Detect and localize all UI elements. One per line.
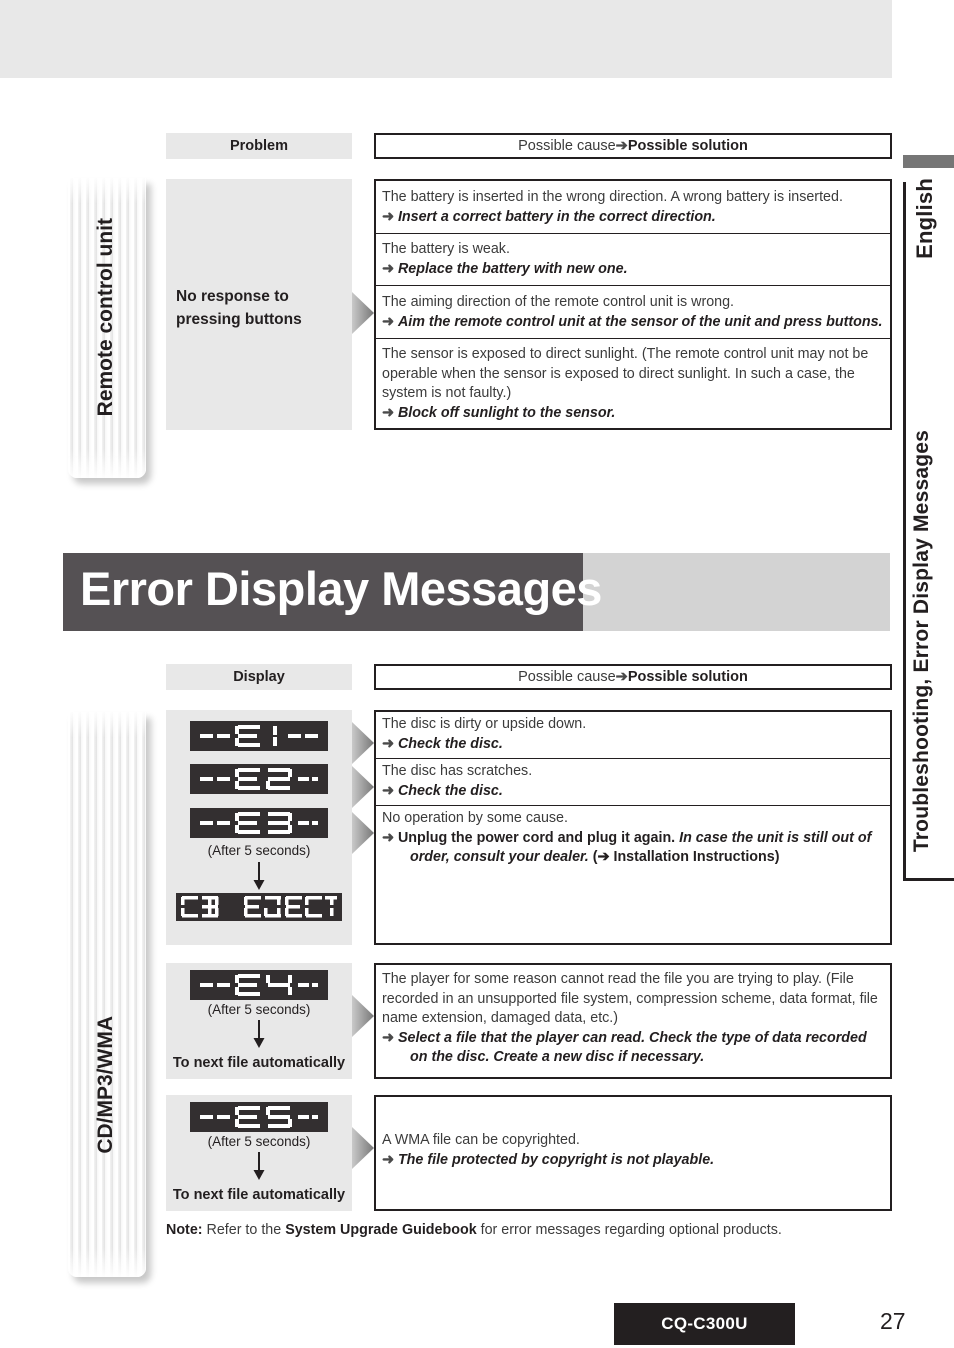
lcd-display-e3 [190,808,328,838]
solution-text: The file protected by copyright is not p… [397,1151,715,1168]
error-header-cause-solution: Possible cause ➔ Possible solution [374,664,892,690]
solution-reference: (➔ Installation Instructions) [588,849,780,865]
down-arrow-icon [252,862,266,895]
solution-arrow-icon: ➜ [382,735,398,752]
row-divider [376,338,890,339]
down-arrow-icon [252,1152,266,1185]
row-divider [376,233,890,234]
table-row: The sensor is exposed to direct sunlight… [382,345,880,423]
solution-text: Block off sunlight to the sensor. [397,404,616,421]
solution-arrow-icon: ➜ [382,829,398,846]
solution-arrow-icon: ➜ [382,208,398,225]
cause-text: The disc has scratches. [382,763,533,779]
table-row: The disc is dirty or upside down. ➜ Chec… [382,715,882,754]
header-arrow-icon: ➔ [615,669,628,685]
language-tab-label: English [912,178,937,259]
note-label: Note: [166,1222,203,1238]
cause-text: The battery is inserted in the wrong dir… [382,189,843,205]
problem-label-no-response: No response to pressing buttons [176,285,346,331]
cause-text: The player for some reason cannot read t… [382,971,878,1026]
pointer-triangle-icon [352,1127,374,1169]
sidebar-tab-cd-mp3-wma: CD/MP3/WMA [68,712,146,1277]
cause-text: No operation by some cause. [382,810,568,826]
right-margin-bottom-rule [903,878,954,881]
section-banner-light-block [583,553,890,631]
pointer-triangle-icon [352,292,374,334]
section-banner: Error Display Messages [63,553,890,631]
lcd-display-e1 [190,721,328,751]
table-row: A WMA file can be copyrighted. ➜ The fil… [382,1131,882,1170]
pointer-triangle-icon [352,995,374,1037]
pointer-triangle-icon [352,722,374,764]
lcd-caption-after-5-seconds: (After 5 seconds) [207,843,311,858]
solution-text: Insert a correct battery in the correct … [397,208,716,225]
row-divider [376,805,890,806]
lcd-next-file-label: To next file automatically [172,1187,346,1203]
pointer-triangle-icon [352,766,374,808]
problem-label-line2: pressing buttons [176,311,302,328]
cause-text: The battery is weak. [382,241,510,257]
lcd-display-e5 [190,1102,328,1132]
cause-text: The disc is dirty or upside down. [382,716,587,732]
cause-text: A WMA file can be copyrighted. [382,1132,580,1148]
troubleshooting-header-problem: Problem [166,133,352,159]
lcd-display-e4 [190,970,328,1000]
cause-text: The sensor is exposed to direct sunlight… [382,346,869,401]
error-header-display: Display [166,664,352,690]
page-top-band [0,0,892,78]
row-divider [376,758,890,759]
note-bold-title: System Upgrade Guidebook [285,1222,477,1238]
table-row: The battery is weak. ➜ Replace the batte… [382,240,882,279]
header-possible-cause-text: Possible cause [518,138,616,154]
solution-text: Check the disc. [397,782,503,799]
model-number-badge: CQ-C300U [614,1303,795,1345]
solution-arrow-icon: ➜ [382,313,398,330]
solution-arrow-icon: ➜ [382,782,398,799]
lcd-display-e2 [190,764,328,794]
lcd-next-file-label: To next file automatically [172,1055,346,1071]
page-number: 27 [880,1308,906,1334]
right-margin-gray-rule [903,155,954,168]
sidebar-tab-remote-control-unit: Remote control unit [68,178,146,478]
solution-text: Replace the battery with new one. [397,260,628,277]
solution-arrow-icon: ➜ [382,260,398,277]
table-row: The player for some reason cannot read t… [382,970,882,1068]
solution-arrow-icon: ➜ [382,1029,398,1046]
down-arrow-icon [252,1020,266,1053]
table-row: The aiming direction of the remote contr… [382,293,886,332]
page-title: Error Display Messages [80,562,602,615]
header-arrow-icon: ➔ [615,138,628,154]
header-possible-solution-text: Possible solution [627,669,748,685]
note-text-part2: for error messages regarding optional pr… [476,1222,782,1238]
row-divider [376,285,890,286]
solution-text: Select a file that the player can read. … [397,1029,867,1066]
lcd-display-cd-eject [176,893,342,921]
table-row: No operation by some cause. ➜ Unplug the… [382,809,880,868]
lcd-caption-after-5-seconds: (After 5 seconds) [207,1002,311,1017]
sidebar-tab-remote-label: Remote control unit [94,218,117,417]
troubleshooting-header-cause-solution: Possible cause ➔ Possible solution [374,133,892,159]
footnote-note: Note: Refer to the System Upgrade Guideb… [166,1222,782,1238]
solution-text-upright: Unplug the power cord and plug it again. [397,829,680,846]
lcd-caption-after-5-seconds: (After 5 seconds) [207,1134,311,1149]
table-row: The disc has scratches. ➜ Check the disc… [382,762,882,801]
table-row: The battery is inserted in the wrong dir… [382,188,882,227]
right-margin-vertical-rule [903,182,906,880]
sidebar-tab-cd-label: CD/MP3/WMA [94,1016,117,1154]
solution-text: Aim the remote control unit at the senso… [397,313,883,330]
header-possible-solution-text: Possible solution [627,138,748,154]
note-text-part1: Refer to the [202,1222,286,1238]
solution-text: Check the disc. [397,735,503,752]
solution-arrow-icon: ➜ [382,404,398,421]
header-possible-cause-text: Possible cause [518,669,616,685]
solution-arrow-icon: ➜ [382,1151,398,1168]
cause-text: The aiming direction of the remote contr… [382,294,735,310]
section-tab-label: Troubleshooting, Error Display Messages [910,430,933,853]
problem-label-line1: No response to [176,288,289,305]
pointer-triangle-icon [352,812,374,854]
